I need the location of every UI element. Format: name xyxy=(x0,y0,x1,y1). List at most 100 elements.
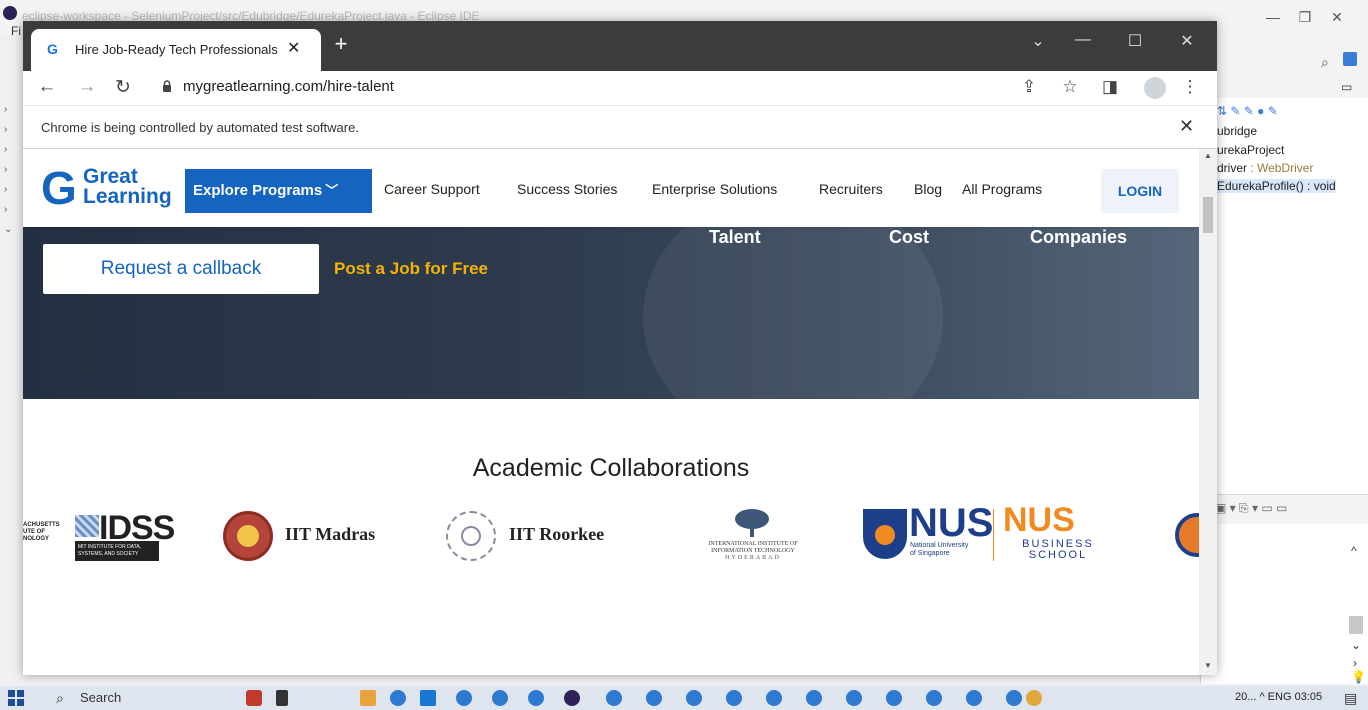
academic-logos-row: ACHUSETTS UTE OF NOLOGY IDSS MIT INSTITU… xyxy=(23,501,1199,589)
close-icon[interactable]: ✕ xyxy=(1322,6,1352,28)
bookmark-star-icon[interactable]: ☆ xyxy=(1059,77,1081,97)
chrome-icon[interactable] xyxy=(846,690,862,706)
iit-madras-logo: IIT Madras xyxy=(223,509,393,579)
reload-icon[interactable]: ↻ xyxy=(111,76,135,99)
windows-start-icon[interactable] xyxy=(8,690,24,706)
file-explorer-icon[interactable] xyxy=(360,690,376,706)
profile-avatar-icon[interactable] xyxy=(1144,77,1166,99)
outline-item[interactable]: ubridge xyxy=(1217,124,1257,138)
new-tab-button[interactable]: + xyxy=(328,31,354,57)
chrome-icon[interactable] xyxy=(806,690,822,706)
chrome-icon[interactable] xyxy=(606,690,622,706)
nav-career-support[interactable]: Career Support xyxy=(384,181,480,197)
chrome-icon[interactable] xyxy=(456,690,472,706)
scrollbar[interactable] xyxy=(1349,616,1363,634)
explore-programs-button[interactable]: Explore Programs ﹀ xyxy=(185,169,372,213)
mail-icon[interactable] xyxy=(420,690,436,706)
sort-icon[interactable]: ⇅ ✎ ✎ ● ✎ xyxy=(1217,104,1278,118)
great-learning-logo[interactable]: G Great Learning xyxy=(41,165,181,211)
scroll-down-icon[interactable]: ⌄ xyxy=(1351,638,1361,652)
chevron-right-icon[interactable]: › xyxy=(4,204,7,215)
iit-roorkee-name: IIT Roorkee xyxy=(509,524,605,544)
eclipse-outline-panel: ⌕ × ▭ ⇅ ✎ ✎ ● ✎ ubridge urekaProject dri… xyxy=(1200,34,1368,684)
taskbar-search-box[interactable]: ⌕ Search xyxy=(44,688,234,708)
nav-all-programs[interactable]: All Programs xyxy=(962,181,1042,197)
address-bar[interactable]: mygreatlearning.com/hire-talent xyxy=(183,78,394,95)
eclipse-menu-file[interactable]: Fi xyxy=(11,24,21,38)
scroll-down-icon[interactable]: ▼ xyxy=(1204,661,1212,670)
perspective-icon[interactable] xyxy=(1343,52,1357,66)
chevron-right-icon[interactable]: › xyxy=(4,164,7,175)
chrome-icon[interactable] xyxy=(646,690,662,706)
logo-g: G xyxy=(41,162,77,214)
system-tray-text[interactable]: 20... ^ ENG 03:05 xyxy=(1235,691,1322,703)
maximize-icon[interactable]: ☐ xyxy=(1115,31,1155,51)
console-toolbar: ▣ ▾ ⎘ ▾ ▭ ▭ xyxy=(1201,494,1368,524)
chrome-icon[interactable] xyxy=(528,690,544,706)
nav-success-stories[interactable]: Success Stories xyxy=(517,181,617,197)
chevron-right-icon[interactable]: › xyxy=(4,184,7,195)
back-icon[interactable]: ← xyxy=(35,76,59,98)
scrollbar-thumb[interactable] xyxy=(1203,197,1213,233)
chevron-right-icon[interactable]: › xyxy=(4,124,7,135)
chrome-icon[interactable] xyxy=(1006,690,1022,706)
chrome-icon[interactable] xyxy=(492,690,508,706)
chrome-icon[interactable] xyxy=(686,690,702,706)
tab-search-icon[interactable]: ⌄ xyxy=(1018,31,1058,51)
eclipse-icon[interactable] xyxy=(564,690,580,706)
nav-recruiters[interactable]: Recruiters xyxy=(819,181,883,197)
chevron-right-icon[interactable]: › xyxy=(1353,656,1357,670)
mit-side-line: ACHUSETTS xyxy=(23,522,60,528)
chrome-icon[interactable] xyxy=(926,690,942,706)
more-menu-icon[interactable]: ⋮ xyxy=(1179,77,1201,97)
great-learning-favicon-icon: G xyxy=(47,41,58,57)
post-job-link[interactable]: Post a Job for Free xyxy=(334,259,488,279)
forward-icon[interactable]: → xyxy=(75,76,99,98)
iiit-tree-icon xyxy=(731,509,773,539)
lightbulb-icon[interactable]: 💡 xyxy=(1351,670,1366,684)
maximize-icon[interactable]: ❐ xyxy=(1290,6,1320,28)
chrome-icon[interactable] xyxy=(966,690,982,706)
chevron-right-icon[interactable]: › xyxy=(4,104,7,115)
chrome-icon[interactable] xyxy=(886,690,902,706)
console-icons[interactable]: ▣ ▾ ⎘ ▾ ▭ ▭ xyxy=(1215,501,1287,516)
chrome-icon[interactable] xyxy=(766,690,782,706)
tab-hire-talent[interactable]: G Hire Job-Ready Tech Professionals ✕ xyxy=(31,29,321,71)
nav-blog[interactable]: Blog xyxy=(914,181,942,197)
lock-icon[interactable] xyxy=(162,80,172,92)
automation-infobar: Chrome is being controlled by automated … xyxy=(23,105,1217,149)
search-icon[interactable]: ⌕ xyxy=(1321,54,1329,71)
explore-programs-label: Explore Programs xyxy=(193,182,323,199)
chrome-icon[interactable] xyxy=(390,690,406,706)
outline-item-driver[interactable]: driver : WebDriver xyxy=(1217,161,1313,175)
side-panel-icon[interactable]: ◨ xyxy=(1099,77,1121,97)
outline-item[interactable]: EdurekaProfile() : void xyxy=(1217,179,1336,193)
minimize-icon[interactable]: — xyxy=(1063,31,1103,49)
outline-toolbar: ⌕ × ▭ ⇅ ✎ ✎ ● ✎ xyxy=(1201,34,1368,118)
outline-item[interactable]: urekaProject xyxy=(1217,143,1284,157)
login-button[interactable]: LOGIN xyxy=(1101,169,1179,213)
task-view-icon[interactable] xyxy=(276,690,288,706)
chevron-right-icon[interactable]: › xyxy=(4,144,7,155)
taskbar-app-icon[interactable] xyxy=(246,690,262,706)
nus-logo: NUS National University of Singapore NUS… xyxy=(863,501,1153,579)
page-scrollbar[interactable]: ▲ ▼ xyxy=(1199,149,1217,675)
mit-idss-logo: ACHUSETTS UTE OF NOLOGY IDSS MIT INSTITU… xyxy=(23,509,175,579)
minimize-icon[interactable]: — xyxy=(1258,6,1288,28)
request-callback-button[interactable]: Request a callback xyxy=(43,244,319,294)
infobar-close-icon[interactable]: ✕ xyxy=(1179,116,1194,137)
scroll-up-icon[interactable]: ^ xyxy=(1351,544,1357,558)
scroll-up-icon[interactable]: ▲ xyxy=(1204,151,1212,160)
minimize-icon[interactable]: ▭ xyxy=(1341,80,1352,94)
mit-side-line: NOLOGY xyxy=(23,536,50,542)
close-icon[interactable]: ✕ xyxy=(1167,31,1207,51)
chrome-icon[interactable] xyxy=(726,690,742,706)
iiit-line2: INFORMATION TECHNOLOGY xyxy=(711,548,795,554)
chevron-down-icon[interactable]: ⌄ xyxy=(4,224,12,235)
weather-icon[interactable] xyxy=(1026,690,1042,706)
notifications-icon[interactable]: ▤ xyxy=(1344,690,1357,707)
tab-strip: G Hire Job-Ready Tech Professionals ✕ + … xyxy=(23,21,1217,71)
tab-close-icon[interactable]: ✕ xyxy=(287,38,300,58)
nav-enterprise-solutions[interactable]: Enterprise Solutions xyxy=(652,181,777,197)
share-icon[interactable]: ⇪ xyxy=(1018,77,1040,97)
